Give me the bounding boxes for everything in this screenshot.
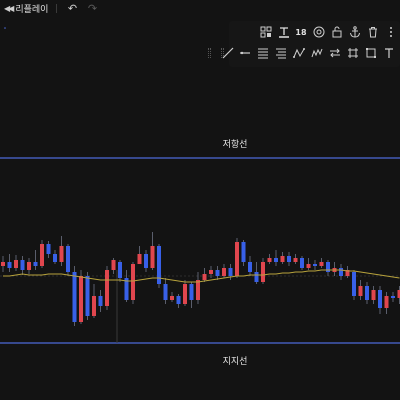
candle-down — [46, 244, 51, 254]
font-size-value: 18 — [295, 27, 307, 37]
candle-down — [72, 272, 77, 322]
candle-down — [144, 254, 148, 268]
candle-down — [241, 242, 246, 262]
candle-up — [150, 246, 155, 268]
candlestick-series — [1, 232, 400, 326]
resistance-label: 저항선 — [222, 140, 248, 150]
candle-down — [98, 296, 103, 306]
candle-up — [1, 262, 5, 266]
text-underline-icon[interactable] — [276, 23, 292, 41]
text-tool-icon[interactable] — [381, 44, 397, 62]
candle-down — [300, 258, 304, 268]
pattern-icon[interactable] — [291, 44, 307, 62]
candle-up — [371, 290, 376, 300]
support-label: 지지선 — [222, 357, 248, 367]
lock-icon[interactable] — [329, 23, 345, 41]
candle-down — [274, 258, 278, 262]
candle-down — [378, 290, 382, 308]
more-icon[interactable] — [383, 23, 399, 41]
candle-up — [293, 258, 298, 262]
candle-down — [176, 296, 181, 304]
candle-up — [183, 284, 187, 304]
candle-up — [235, 242, 239, 276]
candle-down — [352, 272, 356, 296]
drawing-toolbar: 18 — [208, 21, 400, 67]
trash-icon[interactable] — [365, 23, 381, 41]
trend-line-icon[interactable] — [220, 44, 236, 62]
candle-down — [118, 262, 122, 278]
candle-down — [66, 246, 70, 272]
candle-down — [33, 262, 38, 266]
candle-up — [306, 264, 311, 268]
candle-down — [313, 264, 317, 266]
candle-up — [14, 260, 18, 268]
horizontal-ray-icon[interactable] — [237, 44, 253, 62]
drag-handle-icon[interactable] — [208, 48, 211, 58]
candle-up — [358, 286, 363, 296]
candle-up — [92, 296, 96, 316]
candle-up — [170, 296, 174, 300]
candle-up — [131, 264, 135, 300]
candle-up — [267, 258, 272, 262]
target-icon[interactable] — [311, 23, 327, 41]
channel-icon[interactable] — [345, 44, 361, 62]
candle-down — [391, 296, 395, 298]
rectangle-icon[interactable] — [363, 44, 379, 62]
candle-up — [384, 296, 389, 308]
candle-down — [365, 286, 369, 300]
candle-down — [287, 256, 291, 262]
candle-down — [254, 272, 259, 282]
candle-down — [163, 284, 168, 300]
fib-retracement-icon[interactable] — [273, 44, 289, 62]
candle-down — [215, 270, 220, 276]
candle-down — [228, 268, 233, 276]
anchor-icon[interactable] — [347, 23, 363, 41]
candle-down — [85, 276, 90, 316]
arrows-icon[interactable] — [327, 44, 343, 62]
candle-up — [280, 256, 285, 262]
candle-down — [248, 262, 252, 272]
candle-up — [40, 244, 44, 266]
candle-up — [111, 260, 116, 270]
toolbar-row-properties: 18 — [229, 23, 400, 43]
candle-up — [202, 274, 207, 280]
candle-down — [189, 284, 194, 300]
candle-up — [261, 262, 265, 282]
candle-up — [59, 246, 64, 262]
candle-up — [222, 268, 226, 276]
candle-down — [339, 268, 343, 276]
candle-down — [53, 254, 57, 262]
candle-down — [7, 262, 12, 268]
toolbar-row-tools — [208, 44, 400, 64]
font-size-icon[interactable]: 18 — [293, 23, 309, 41]
candle-down — [20, 260, 25, 270]
zigzag-icon[interactable] — [309, 44, 325, 62]
parallel-lines-icon[interactable] — [255, 44, 271, 62]
candle-up — [105, 270, 109, 306]
candle-up — [27, 262, 31, 270]
candle-up — [137, 254, 142, 264]
layout-icon[interactable] — [258, 23, 274, 41]
candle-up — [196, 280, 200, 300]
candle-up — [79, 276, 83, 322]
candle-up — [319, 262, 324, 266]
candle-up — [209, 270, 213, 274]
resistance-handle[interactable] — [4, 27, 6, 29]
